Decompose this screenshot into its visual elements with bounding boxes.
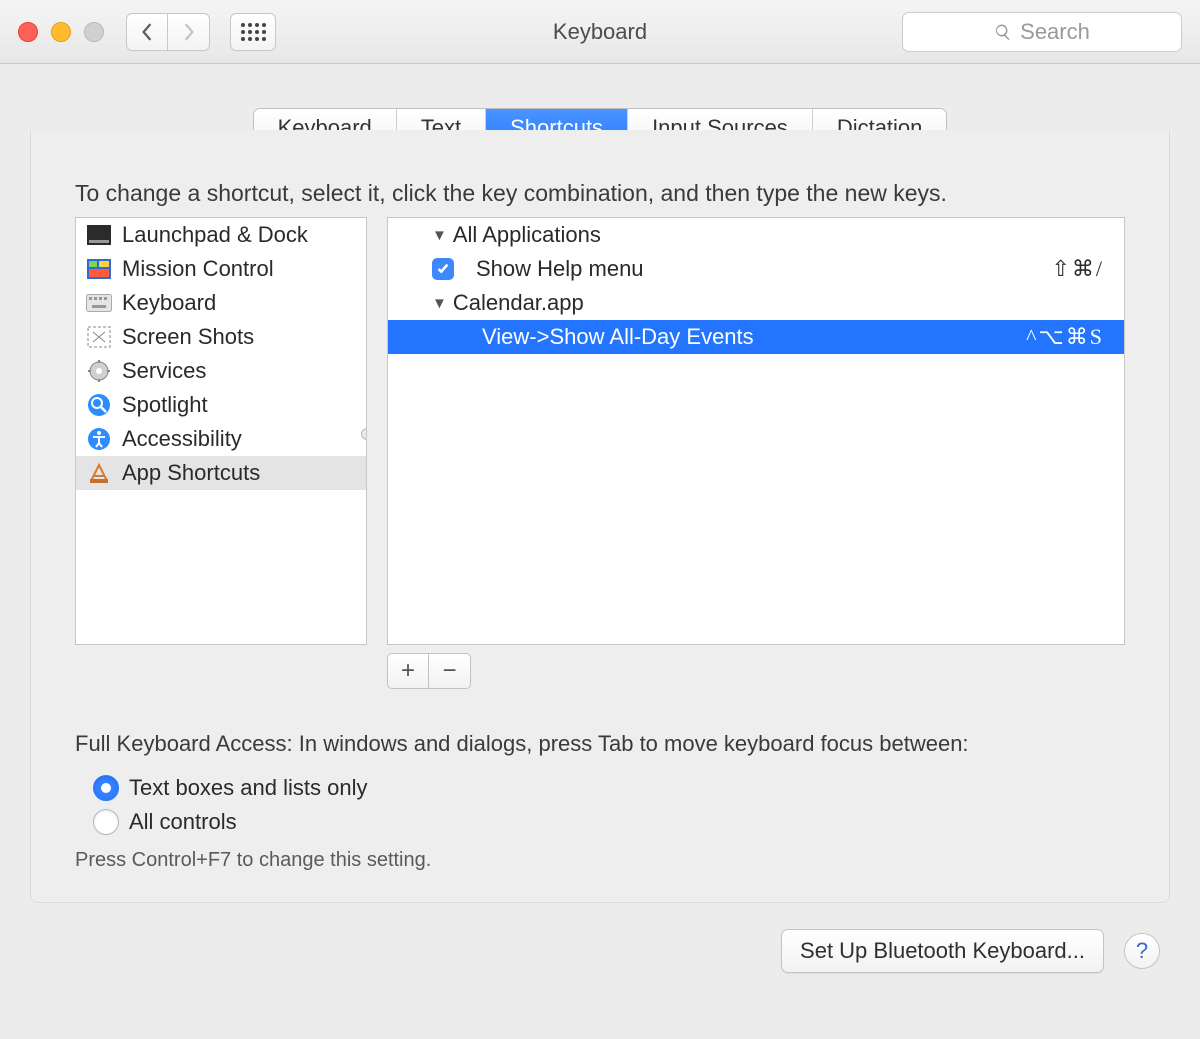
footer-row: Set Up Bluetooth Keyboard... ? <box>0 929 1200 973</box>
lists-row: Launchpad & Dock Mission Control Keyboar… <box>75 217 1125 645</box>
nav-buttons <box>126 13 210 51</box>
traffic-lights <box>18 22 104 42</box>
chevron-left-icon <box>141 23 153 41</box>
search-placeholder: Search <box>1020 19 1090 45</box>
screenshots-icon <box>86 324 112 350</box>
search-input[interactable]: Search <box>902 12 1182 52</box>
show-all-button[interactable] <box>230 13 276 51</box>
disclosure-triangle-icon[interactable]: ▼ <box>432 295 447 312</box>
setup-bluetooth-keyboard-button[interactable]: Set Up Bluetooth Keyboard... <box>781 929 1104 973</box>
add-remove-buttons: + − <box>387 653 1125 689</box>
back-button[interactable] <box>126 13 168 51</box>
spotlight-icon <box>86 392 112 418</box>
keyboard-access-hint: Press Control+F7 to change this setting. <box>75 849 1125 872</box>
sidebar-item-label: Keyboard <box>122 290 216 316</box>
app-shortcuts-icon <box>86 460 112 486</box>
sidebar-item-keyboard[interactable]: Keyboard <box>76 286 366 320</box>
sidebar-item-spotlight[interactable]: Spotlight <box>76 388 366 422</box>
radio-label: All controls <box>129 809 237 835</box>
instruction-text: To change a shortcut, select it, click t… <box>75 180 1125 207</box>
sidebar-item-label: Launchpad & Dock <box>122 222 308 248</box>
forward-button[interactable] <box>168 13 210 51</box>
shortcut-label: View->Show All-Day Events <box>482 324 1026 350</box>
group-label: All Applications <box>453 222 601 248</box>
grid-icon <box>241 23 266 41</box>
shortcut-item-show-help-menu[interactable]: Show Help menu ⇧⌘/ <box>388 252 1124 286</box>
minimize-window-button[interactable] <box>51 22 71 42</box>
keyboard-icon <box>86 290 112 316</box>
accessibility-icon <box>86 426 112 452</box>
sidebar-item-mission-control[interactable]: Mission Control <box>76 252 366 286</box>
zoom-window-button[interactable] <box>84 22 104 42</box>
group-calendar-app[interactable]: ▼ Calendar.app <box>388 286 1124 320</box>
radio-button-icon <box>93 775 119 801</box>
sidebar-item-label: Mission Control <box>122 256 274 282</box>
radio-all-controls[interactable]: All controls <box>93 805 1125 839</box>
group-all-applications[interactable]: ▼ All Applications <box>388 218 1124 252</box>
radio-label: Text boxes and lists only <box>129 775 367 801</box>
titlebar: Keyboard Search <box>0 0 1200 64</box>
sidebar-item-screenshots[interactable]: Screen Shots <box>76 320 366 354</box>
full-keyboard-access-radio-group: Text boxes and lists only All controls <box>93 771 1125 839</box>
sidebar-item-app-shortcuts[interactable]: App Shortcuts <box>76 456 366 490</box>
shortcut-item-show-all-day-events[interactable]: View->Show All-Day Events ^⌥⌘S <box>388 320 1124 354</box>
shortcuts-pane: To change a shortcut, select it, click t… <box>30 130 1170 903</box>
radio-text-boxes-lists[interactable]: Text boxes and lists only <box>93 771 1125 805</box>
search-icon <box>994 23 1012 41</box>
remove-shortcut-button[interactable]: − <box>429 653 471 689</box>
shortcut-keys: ⇧⌘/ <box>1051 256 1104 282</box>
checkbox-enabled[interactable] <box>432 258 454 280</box>
sidebar-item-accessibility[interactable]: Accessibility <box>76 422 366 456</box>
sidebar-item-label: Services <box>122 358 206 384</box>
disclosure-triangle-icon[interactable]: ▼ <box>432 227 447 244</box>
chevron-right-icon <box>183 23 195 41</box>
sidebar-item-services[interactable]: Services <box>76 354 366 388</box>
help-button[interactable]: ? <box>1124 933 1160 969</box>
mission-control-icon <box>86 256 112 282</box>
launchpad-icon <box>86 222 112 248</box>
sidebar-item-label: Accessibility <box>122 426 242 452</box>
shortcut-keys: ^⌥⌘S <box>1026 324 1104 350</box>
sidebar-item-launchpad[interactable]: Launchpad & Dock <box>76 218 366 252</box>
services-icon <box>86 358 112 384</box>
radio-button-icon <box>93 809 119 835</box>
resize-handle[interactable] <box>361 428 367 440</box>
category-list[interactable]: Launchpad & Dock Mission Control Keyboar… <box>75 217 367 645</box>
group-label: Calendar.app <box>453 290 584 316</box>
add-shortcut-button[interactable]: + <box>387 653 429 689</box>
full-keyboard-access-text: Full Keyboard Access: In windows and dia… <box>75 731 1125 757</box>
shortcut-detail-list[interactable]: ▼ All Applications Show Help menu ⇧⌘/ ▼ … <box>387 217 1125 645</box>
sidebar-item-label: App Shortcuts <box>122 460 260 486</box>
sidebar-item-label: Screen Shots <box>122 324 254 350</box>
sidebar-item-label: Spotlight <box>122 392 208 418</box>
shortcut-label: Show Help menu <box>476 256 1051 282</box>
close-window-button[interactable] <box>18 22 38 42</box>
